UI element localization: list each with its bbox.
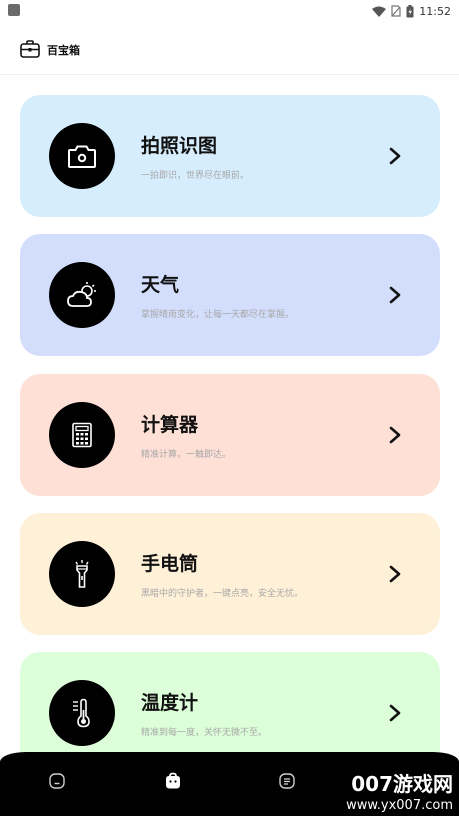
flashlight-icon (75, 560, 89, 588)
card-description: 精准计算，一触即达。 (141, 450, 232, 460)
card-description: 一拍即识，世界尽在眼前。 (141, 171, 250, 181)
chevron-right-icon (389, 286, 401, 304)
status-time: 11:52 (419, 4, 451, 18)
card-icon-wrap (49, 123, 115, 189)
toolbox-icon (20, 40, 40, 58)
card-description: 掌握晴雨变化，让每一天都尽在掌握。 (141, 310, 295, 320)
watermark-text: 007游戏网 (351, 772, 453, 796)
thermometer-icon (73, 698, 90, 728)
card-icon-wrap (49, 402, 115, 468)
card-flashlight[interactable]: 手电筒 黑暗中的守护者，一键点亮，安全无忧。 (20, 513, 440, 635)
card-title: 天气 (141, 274, 180, 296)
chevron-right-icon (389, 704, 401, 722)
wifi-icon (372, 6, 387, 17)
page-title: 百宝箱 (47, 44, 80, 57)
watermark: 007游戏网 www.yx007.com (346, 768, 453, 813)
status-right: 11:52 (372, 3, 451, 19)
no-sim-icon (391, 5, 401, 17)
card-icon-wrap (49, 262, 115, 328)
card-title: 手电筒 (141, 553, 199, 575)
card-description: 黑暗中的守护者，一键点亮，安全无忧。 (141, 589, 304, 599)
notification-icon (8, 4, 20, 16)
home-icon[interactable] (48, 772, 66, 790)
card-weather[interactable]: 天气 掌握晴雨变化，让每一天都尽在掌握。 (20, 234, 440, 356)
card-photo-recognition[interactable]: 拍照识图 一拍即识，世界尽在眼前。 (20, 95, 440, 217)
camera-icon (68, 145, 96, 168)
chevron-right-icon (389, 565, 401, 583)
toolbox-icon[interactable] (164, 772, 182, 790)
card-calculator[interactable]: 计算器 精准计算，一触即达。 (20, 374, 440, 496)
status-bar: 11:52 (0, 0, 459, 22)
app-header: 百宝箱 (0, 22, 459, 75)
chevron-right-icon (389, 147, 401, 165)
watermark-url: www.yx007.com (346, 798, 453, 813)
battery-icon (406, 4, 414, 17)
card-title: 温度计 (141, 692, 199, 714)
card-icon-wrap (49, 541, 115, 607)
list-icon[interactable] (278, 772, 296, 790)
card-description: 精准到每一度，关怀无微不至。 (141, 728, 268, 738)
chevron-right-icon (389, 426, 401, 444)
calculator-icon (72, 422, 92, 448)
card-title: 计算器 (141, 414, 199, 436)
weather-icon (67, 282, 96, 307)
card-icon-wrap (49, 680, 115, 746)
card-title: 拍照识图 (141, 135, 218, 157)
